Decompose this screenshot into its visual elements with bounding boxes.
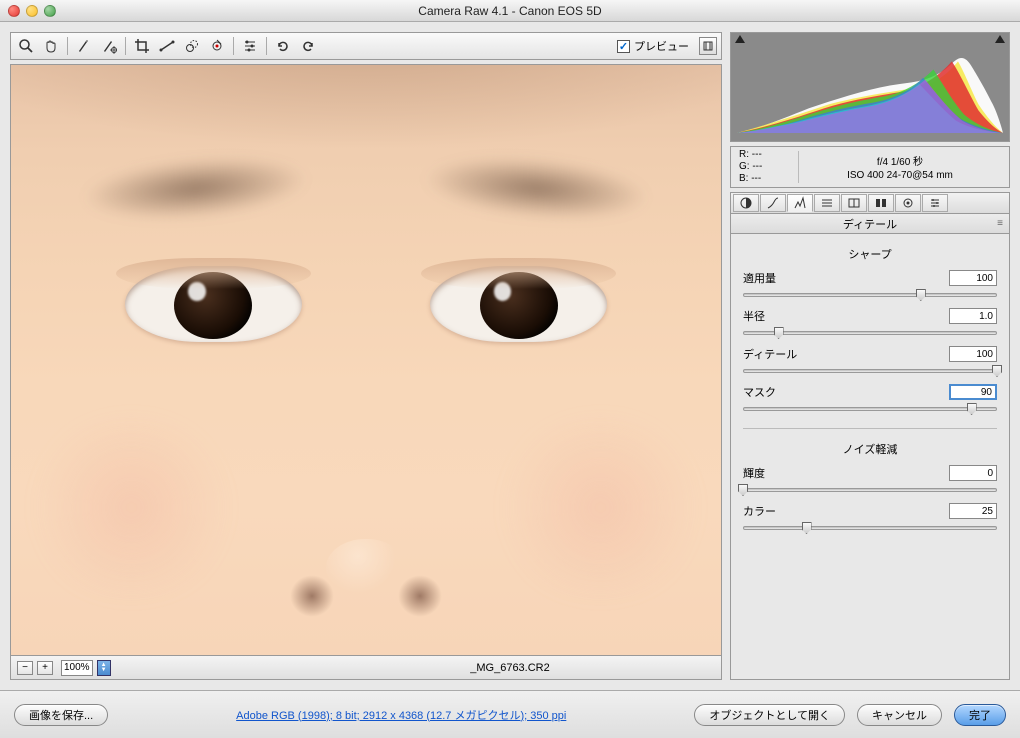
histogram-plot (737, 47, 1003, 133)
panel-tabs (730, 192, 1010, 214)
mask-label: マスク (743, 384, 776, 400)
noise-section-title: ノイズ軽減 (743, 441, 997, 457)
exif-line2: ISO 400 24-70@54 mm (847, 170, 953, 181)
tab-detail-icon[interactable] (787, 194, 813, 212)
section-divider (743, 428, 997, 429)
zoom-out-button[interactable]: − (17, 661, 33, 675)
redeye-tool-icon[interactable] (206, 36, 228, 56)
open-object-button[interactable]: オブジェクトとして開く (694, 704, 845, 726)
luminance-value[interactable]: 0 (949, 465, 997, 481)
titlebar: Camera Raw 4.1 - Canon EOS 5D (0, 0, 1020, 22)
close-button[interactable] (8, 5, 20, 17)
image-preview[interactable] (10, 64, 722, 656)
color-sampler-tool-icon[interactable] (98, 36, 120, 56)
exif-readout: f/4 1/60 秒 ISO 400 24-70@54 mm (799, 151, 1001, 183)
window-controls (8, 5, 56, 17)
right-pane: R: --- G: --- B: --- f/4 1/60 秒 ISO 400 … (730, 32, 1010, 680)
zoom-tool-icon[interactable] (15, 36, 37, 56)
filename-label: _MG_6763.CR2 (470, 662, 550, 674)
detail-row: ディテール 100 (743, 346, 997, 378)
camera-raw-window: Camera Raw 4.1 - Canon EOS 5D (0, 0, 1020, 738)
mask-row: マスク 90 (743, 384, 997, 416)
tab-basic-icon[interactable] (733, 194, 759, 212)
amount-row: 適用量 100 (743, 270, 997, 302)
save-image-button[interactable]: 画像を保存... (14, 704, 108, 726)
content-area: ✓ プレビュー − + 100% ▲▼ (0, 22, 1020, 690)
tab-split-icon[interactable] (841, 194, 867, 212)
fullscreen-toggle-icon[interactable] (699, 37, 717, 55)
radius-slider[interactable] (743, 326, 997, 340)
zoom-bar: − + 100% ▲▼ _MG_6763.CR2 (10, 656, 722, 680)
tab-calibration-icon[interactable] (895, 194, 921, 212)
zoom-button[interactable] (44, 5, 56, 17)
color-value[interactable]: 25 (949, 503, 997, 519)
g-value: G: --- (739, 161, 798, 173)
color-slider[interactable] (743, 521, 997, 535)
radius-label: 半径 (743, 308, 765, 324)
exif-line1: f/4 1/60 秒 (877, 153, 923, 168)
rotate-cw-icon[interactable] (297, 36, 319, 56)
tab-presets-icon[interactable] (922, 194, 948, 212)
left-pane: ✓ プレビュー − + 100% ▲▼ (10, 32, 722, 680)
detail-value[interactable]: 100 (949, 346, 997, 362)
amount-slider[interactable] (743, 288, 997, 302)
radius-row: 半径 1.0 (743, 308, 997, 340)
detail-label: ディテール (743, 346, 797, 362)
sharpen-section-title: シャープ (743, 246, 997, 262)
r-value: R: --- (739, 149, 798, 161)
toolbar: ✓ プレビュー (10, 32, 722, 60)
done-button[interactable]: 完了 (954, 704, 1006, 726)
panel-menu-icon[interactable]: ≡ (997, 218, 1003, 229)
hand-tool-icon[interactable] (40, 36, 62, 56)
panel-title: ディテール (843, 216, 897, 232)
tab-lens-icon[interactable] (868, 194, 894, 212)
panel-title-bar: ディテール ≡ (730, 214, 1010, 234)
b-value: B: --- (739, 173, 798, 185)
crop-tool-icon[interactable] (131, 36, 153, 56)
histogram (730, 32, 1010, 142)
shadow-clip-icon[interactable] (735, 35, 745, 43)
luminance-row: 輝度 0 (743, 465, 997, 497)
detail-slider[interactable] (743, 364, 997, 378)
color-label: カラー (743, 503, 776, 519)
straighten-tool-icon[interactable] (156, 36, 178, 56)
zoom-in-button[interactable]: + (37, 661, 53, 675)
panel-body: シャープ 適用量 100 半径 1.0 (730, 234, 1010, 680)
radius-value[interactable]: 1.0 (949, 308, 997, 324)
workflow-link[interactable]: Adobe RGB (1998); 8 bit; 2912 x 4368 (12… (236, 707, 566, 723)
preferences-tool-icon[interactable] (239, 36, 261, 56)
preview-image (11, 65, 721, 655)
mask-value[interactable]: 90 (949, 384, 997, 400)
color-row: カラー 25 (743, 503, 997, 535)
amount-value[interactable]: 100 (949, 270, 997, 286)
preview-label: プレビュー (634, 38, 689, 54)
window-title: Camera Raw 4.1 - Canon EOS 5D (418, 4, 601, 18)
rgb-readout: R: --- G: --- B: --- (739, 151, 799, 183)
footer: 画像を保存... Adobe RGB (1998); 8 bit; 2912 x… (0, 690, 1020, 738)
tab-hsl-icon[interactable] (814, 194, 840, 212)
zoom-level[interactable]: 100% (61, 660, 93, 676)
info-row: R: --- G: --- B: --- f/4 1/60 秒 ISO 400 … (730, 146, 1010, 188)
white-balance-tool-icon[interactable] (73, 36, 95, 56)
luminance-slider[interactable] (743, 483, 997, 497)
luminance-label: 輝度 (743, 465, 765, 481)
mask-slider[interactable] (743, 402, 997, 416)
cancel-button[interactable]: キャンセル (857, 704, 942, 726)
tab-curve-icon[interactable] (760, 194, 786, 212)
amount-label: 適用量 (743, 270, 776, 286)
preview-checkbox[interactable]: ✓ (617, 40, 630, 53)
zoom-stepper[interactable]: ▲▼ (97, 660, 111, 676)
retouch-tool-icon[interactable] (181, 36, 203, 56)
minimize-button[interactable] (26, 5, 38, 17)
rotate-ccw-icon[interactable] (272, 36, 294, 56)
highlight-clip-icon[interactable] (995, 35, 1005, 43)
